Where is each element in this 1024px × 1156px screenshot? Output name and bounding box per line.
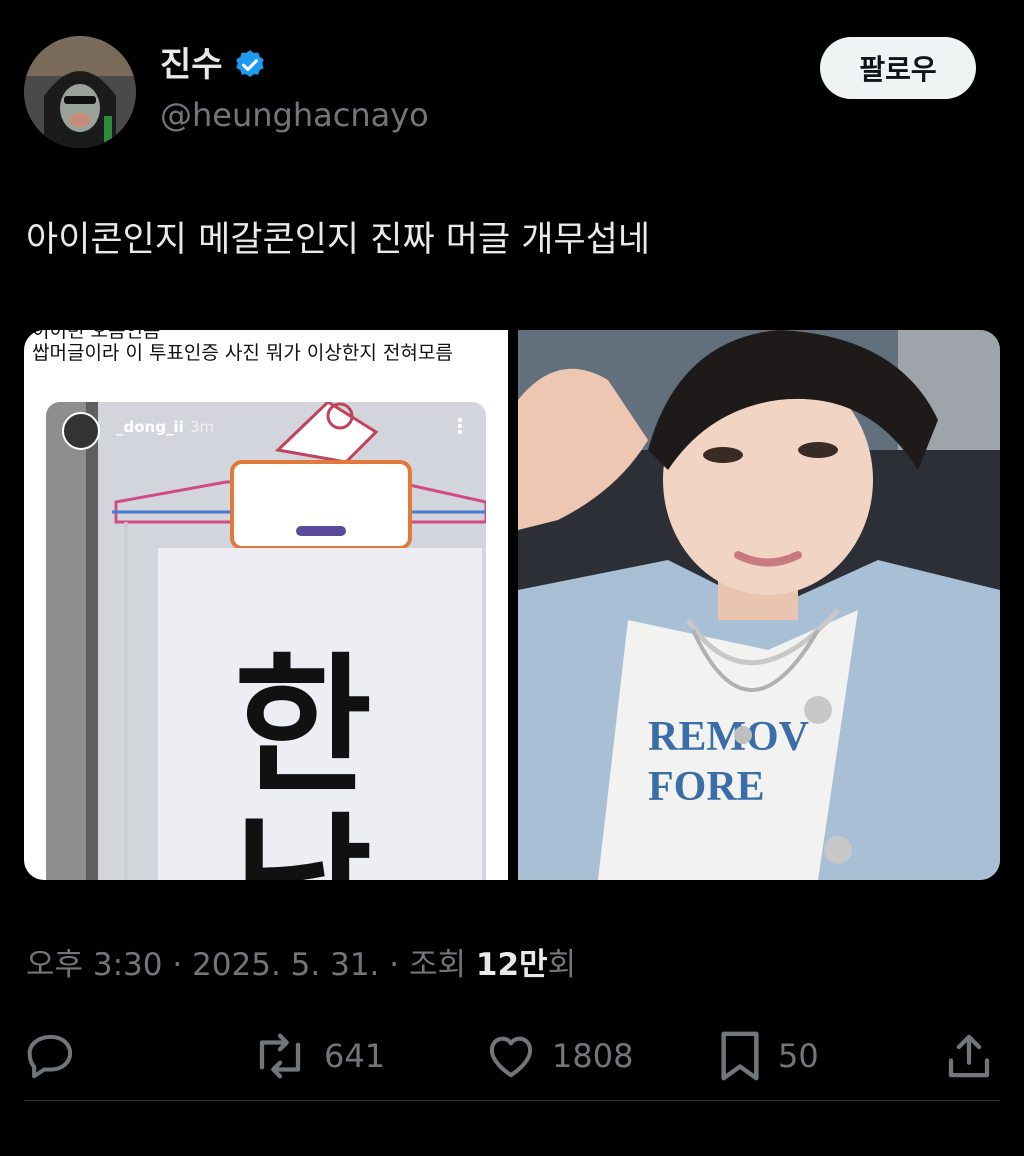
retweet-icon: [259, 1033, 301, 1079]
meta-separator-1: ·: [162, 947, 193, 983]
media-image-left[interactable]: 이이런 오음인음 쌉머글이라 이 투표인증 사진 뭐가 이상한지 전혀모름 _d…: [24, 330, 508, 880]
tweet-media[interactable]: 이이런 오음인음 쌉머글이라 이 투표인증 사진 뭐가 이상한지 전혀모름 _d…: [24, 330, 1000, 880]
story-menu-icon: ⋮: [450, 414, 470, 438]
reply-button[interactable]: [24, 1024, 78, 1088]
author-avatar[interactable]: [24, 36, 136, 148]
retweet-button[interactable]: 641: [250, 1024, 385, 1088]
bottom-divider: [24, 1100, 1000, 1101]
share-icon: [948, 1034, 990, 1078]
bookmark-count: 50: [778, 1037, 819, 1075]
verified-badge-icon[interactable]: [233, 48, 267, 82]
meta-separator-2: ·: [379, 947, 409, 983]
story-time: 3m: [190, 418, 215, 436]
selfie-photo: REMOV FORE: [518, 330, 1000, 880]
like-button[interactable]: 1808: [484, 1024, 633, 1088]
like-count: 1808: [552, 1037, 634, 1075]
views-count: 12만: [475, 947, 548, 983]
views-suffix: 회: [547, 947, 577, 983]
svg-text:REMOV: REMOV: [648, 714, 809, 760]
sign-text-2: 남: [234, 812, 372, 880]
author-handle[interactable]: @heunghacnayo: [160, 94, 429, 136]
tweet-actions: 641 1808 50: [0, 1024, 1024, 1088]
story-avatar: [62, 412, 100, 450]
heart-icon: [489, 1036, 533, 1078]
sign-text-1: 한: [234, 640, 373, 814]
reply-icon: [27, 1034, 73, 1079]
tweet-time[interactable]: 오후 3:30: [26, 947, 163, 983]
tweet-meta: 오후 3:30 · 2025. 5. 31. · 조회 12만회: [26, 944, 576, 986]
avatar-image: [24, 36, 136, 148]
screenshot-caption: 쌉머글이라 이 투표인증 사진 뭐가 이상한지 전혀모름: [32, 342, 453, 364]
svg-text:FORE: FORE: [648, 764, 765, 810]
tweet-text: 아이콘인지 메갈콘인지 진짜 머글 개무섭네: [26, 220, 651, 260]
follow-button[interactable]: 팔로우: [820, 37, 976, 99]
bookmark-icon: [721, 1031, 759, 1081]
retweet-count: 641: [324, 1037, 386, 1075]
share-button[interactable]: [942, 1024, 996, 1088]
author-display-name[interactable]: 진수: [160, 42, 223, 88]
tweet-date[interactable]: 2025. 5. 31.: [192, 947, 379, 983]
story-username: _dong_ii: [116, 418, 184, 436]
author-name-row: 진수: [160, 42, 267, 88]
media-image-right[interactable]: REMOV FORE: [518, 330, 1000, 880]
bookmark-button[interactable]: 50: [716, 1024, 819, 1088]
story-screenshot: _dong_ii 3m ⋮ 한 남: [46, 402, 486, 880]
views-label: 조회: [408, 947, 467, 983]
